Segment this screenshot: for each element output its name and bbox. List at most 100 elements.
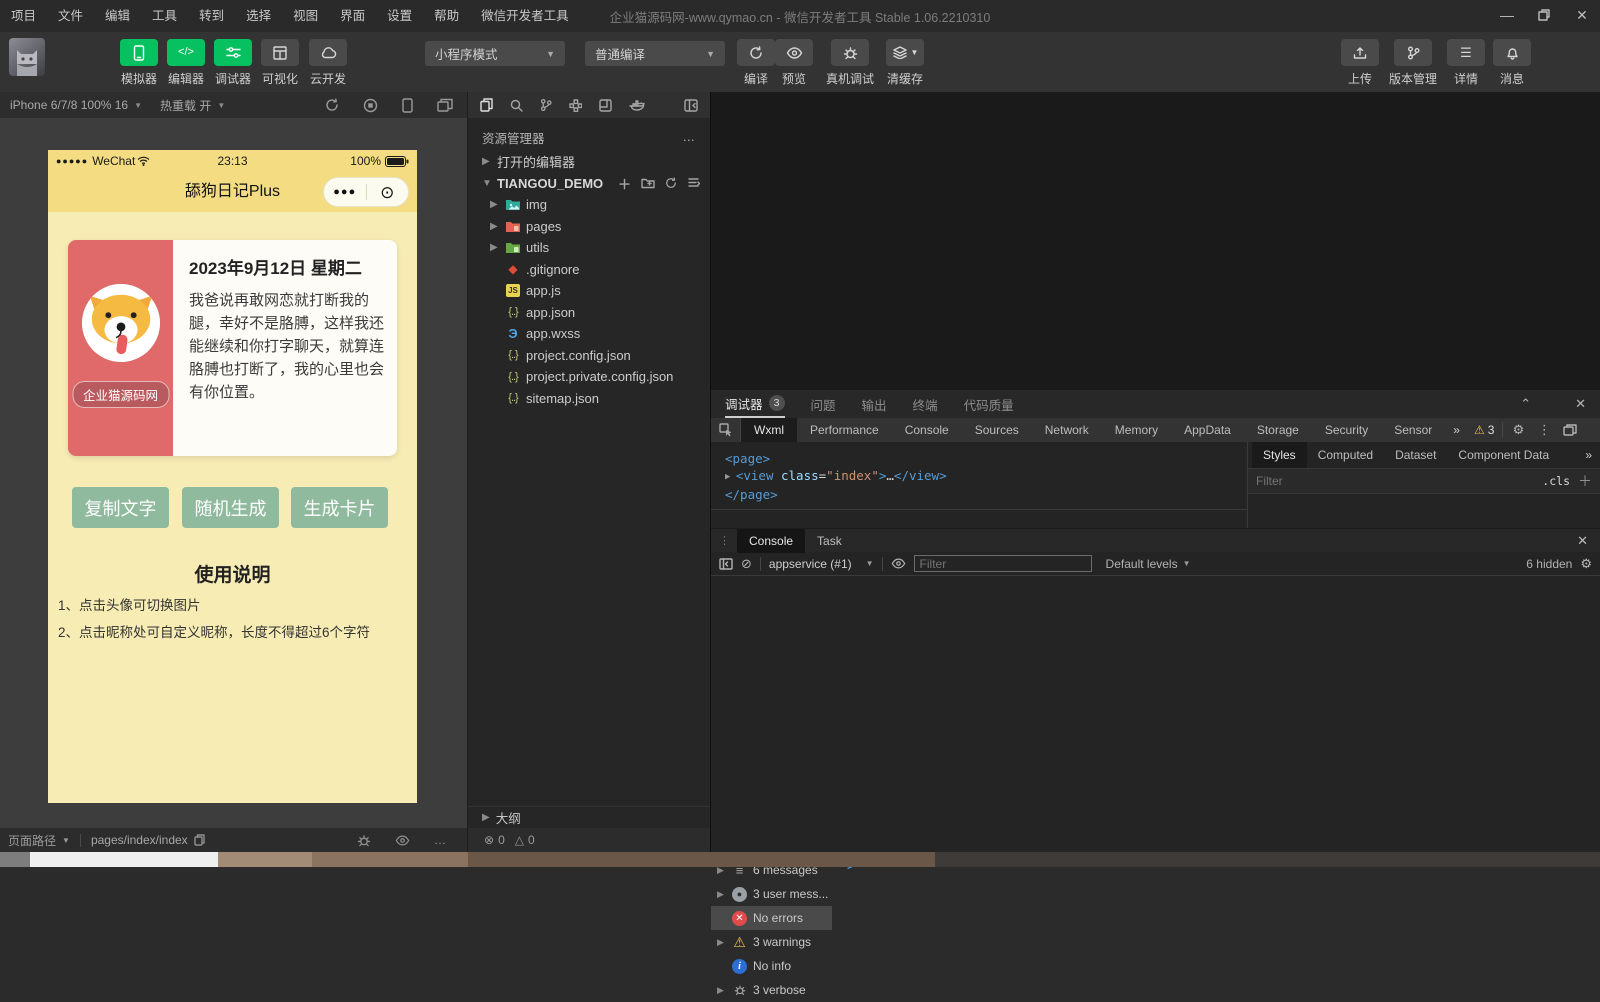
refresh-explorer-icon[interactable] [665,177,677,189]
tab-code-quality[interactable]: 代码质量 [964,390,1014,418]
version-control-button[interactable]: 版本管理 [1385,39,1441,87]
devtab-memory[interactable]: Memory [1102,418,1171,442]
menu-interface[interactable]: 界面 [329,0,376,32]
visibility-button[interactable] [395,834,410,846]
dock-side-icon[interactable] [1557,418,1583,442]
file-project-private-config[interactable]: {..} project.private.config.json [468,366,710,388]
devtools-menu-icon[interactable]: ⋮ [1531,418,1557,442]
menu-devtools[interactable]: 微信开发者工具 [470,0,580,32]
source-control-icon[interactable] [540,98,552,112]
editor-layout-icon[interactable] [599,98,612,112]
styles-filter-input[interactable] [1256,474,1535,488]
menu-select[interactable]: 选择 [235,0,282,32]
device-frame-button[interactable] [402,97,413,113]
random-generate-button[interactable]: 随机生成 [182,487,279,528]
collapse-all-icon[interactable] [687,177,700,189]
visualization-button[interactable]: 可视化 [257,39,303,87]
file-app-json[interactable]: {..} app.json [468,302,710,324]
more-options-button[interactable]: … [434,833,447,847]
generate-card-button[interactable]: 生成卡片 [291,487,388,528]
close-button[interactable]: ✕ [1562,0,1600,30]
cloud-dev-button[interactable]: 云开发 [305,39,351,87]
details-button[interactable]: ☰ 详情 [1443,39,1489,87]
compile-mode-dropdown[interactable]: 普通编译 ▼ [585,41,725,66]
file-app-js[interactable]: JS app.js [468,280,710,302]
clear-cache-button[interactable]: ▼ 清缓存 [880,39,930,87]
user-avatar[interactable] [9,38,45,76]
file-app-wxss[interactable]: Э app.wxss [468,323,710,345]
clear-console-icon[interactable]: ⊘ [741,556,752,572]
minimize-button[interactable]: — [1487,0,1527,30]
dog-avatar[interactable] [81,284,160,362]
upload-button[interactable]: 上传 [1337,39,1383,87]
devtab-storage[interactable]: Storage [1244,418,1312,442]
more-actions-icon[interactable]: … [683,130,697,144]
folder-utils[interactable]: ▶ utils [468,237,710,259]
docker-whale-icon[interactable] [629,99,645,111]
tab-dataset[interactable]: Dataset [1384,442,1447,468]
menu-view[interactable]: 视图 [282,0,329,32]
page-path-selector[interactable]: 页面路径 [8,832,56,849]
menu-goto[interactable]: 转到 [188,0,235,32]
context-selector[interactable]: appservice (#1) ▼ [769,557,874,571]
search-icon[interactable] [510,99,523,112]
toggle-sidebar-icon[interactable] [719,557,733,570]
collapse-sidebar-icon[interactable] [684,98,698,112]
tab-styles[interactable]: Styles [1252,442,1307,468]
devtab-appdata[interactable]: AppData [1171,418,1244,442]
new-folder-icon[interactable] [641,177,655,189]
copy-path-button[interactable] [193,834,205,846]
more-tabs-icon[interactable]: » [1445,418,1468,442]
tab-console[interactable]: Console [737,528,806,553]
console-filter-input[interactable] [913,555,1092,572]
console-filter-errors[interactable]: ✕ No errors [711,906,832,930]
remote-debug-button[interactable]: 真机调试 [822,39,878,87]
open-editors-section[interactable]: ▶ 打开的编辑器 [468,150,710,172]
hot-reload-toggle[interactable]: 热重载 开 [160,97,211,114]
more-dots-icon[interactable]: ●●● [324,186,366,198]
multi-window-button[interactable] [437,98,453,112]
tab-computed[interactable]: Computed [1307,442,1384,468]
levels-dropdown[interactable]: Default levels ▼ [1106,557,1191,571]
new-style-rule-icon[interactable]: ＋ [1578,471,1592,491]
eye-watch-icon[interactable] [891,558,906,569]
devtab-security[interactable]: Security [1312,418,1381,442]
messages-button[interactable]: 消息 [1489,39,1535,87]
extensions-icon[interactable] [569,98,582,112]
console-settings-icon[interactable]: ⚙ [1580,556,1592,572]
file-gitignore[interactable]: ◆ .gitignore [468,259,710,281]
close-panel-icon[interactable]: ✕ [1575,396,1586,412]
more-tabs-icon[interactable]: » [1585,448,1600,462]
menu-file[interactable]: 文件 [47,0,94,32]
folder-pages[interactable]: ▶ pages [468,216,710,238]
folder-img[interactable]: ▶ img [468,194,710,216]
console-filter-verbose[interactable]: ▶ 3 verbose [711,978,832,1002]
tab-component-data[interactable]: Component Data [1447,442,1560,468]
tab-problems[interactable]: 问题 [811,390,836,418]
capsule-menu[interactable]: ●●● ⊙ [323,177,409,207]
menu-help[interactable]: 帮助 [423,0,470,32]
menu-project[interactable]: 项目 [0,0,47,32]
vconsole-button[interactable] [357,834,371,847]
copy-text-button[interactable]: 复制文字 [72,487,169,528]
rotate-device-button[interactable] [325,98,339,112]
warning-counter[interactable]: ⚠ 3 [1468,418,1500,442]
simulator-toggle-button[interactable]: 模拟器 [116,39,162,87]
tab-terminal[interactable]: 终端 [913,390,938,418]
devtab-wxml[interactable]: Wxml [741,418,797,442]
devtab-console[interactable]: Console [892,418,962,442]
maximize-button[interactable] [1524,0,1564,30]
editor-toggle-button[interactable]: </> 编辑器 [163,39,209,87]
devtab-performance[interactable]: Performance [797,418,892,442]
menu-settings[interactable]: 设置 [376,0,423,32]
tab-output[interactable]: 输出 [862,390,887,418]
inspect-element-icon[interactable] [711,418,741,442]
mode-dropdown[interactable]: 小程序模式 ▼ [425,41,565,66]
collapse-panel-icon[interactable]: ⌃ [1520,396,1531,412]
files-icon[interactable] [480,98,493,112]
file-sitemap[interactable]: {..} sitemap.json [468,388,710,410]
tab-debugger[interactable]: 调试器 3 [725,390,785,418]
preview-button[interactable]: 预览 [771,39,817,87]
cls-toggle[interactable]: .cls [1542,474,1570,488]
outline-section[interactable]: ▶ 大纲 [468,806,710,828]
